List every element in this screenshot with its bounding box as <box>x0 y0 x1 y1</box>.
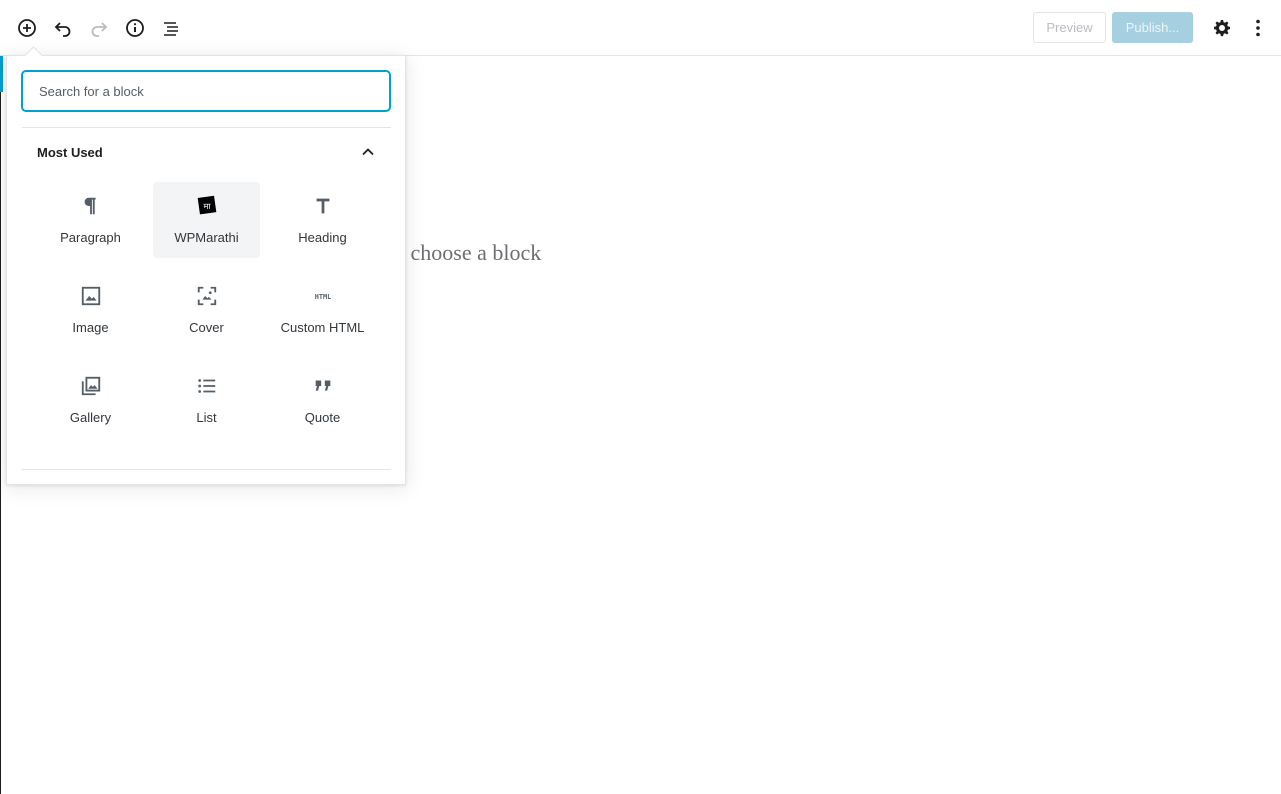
block-selection-indicator <box>0 56 3 92</box>
block-label: WPMarathi <box>174 230 239 245</box>
block-quote[interactable]: Quote <box>269 362 376 438</box>
outline-list-icon <box>164 22 178 36</box>
block-label: Cover <box>189 320 224 335</box>
block-label: Custom HTML <box>280 320 365 335</box>
publish-button[interactable]: Publish... <box>1112 12 1193 43</box>
list-icon <box>195 374 219 398</box>
panel-title: Most Used <box>37 144 103 160</box>
heading-icon <box>311 194 335 218</box>
quote-icon <box>311 374 335 398</box>
undo-icon <box>54 22 71 37</box>
block-list[interactable]: List <box>153 362 260 438</box>
block-search-input[interactable] <box>22 71 390 111</box>
editor-toolbar: Preview Publish... <box>0 0 1281 56</box>
block-wpmarathi[interactable]: मा WPMarathi <box>153 182 260 258</box>
most-used-panel-toggle[interactable]: Most Used <box>22 136 391 168</box>
divider <box>22 469 391 470</box>
gear-icon <box>1214 20 1230 37</box>
block-label: Quote <box>304 410 341 425</box>
block-types-list: Paragraph मा WPMarathi Heading Image Cov… <box>22 182 391 438</box>
redo-icon <box>91 22 108 37</box>
info-icon <box>126 19 144 37</box>
block-label: Paragraph <box>60 230 121 245</box>
wpmarathi-icon: मा <box>195 194 219 218</box>
block-paragraph[interactable]: Paragraph <box>37 182 144 258</box>
block-appender-placeholder[interactable]: o choose a block <box>394 240 541 266</box>
block-image[interactable]: Image <box>37 272 144 348</box>
chevron-up-icon <box>360 144 376 160</box>
gallery-icon <box>79 374 103 398</box>
block-cover[interactable]: Cover <box>153 272 260 348</box>
paragraph-icon <box>79 194 103 218</box>
editor-left-border <box>0 56 1 794</box>
svg-text:HTML: HTML <box>314 293 331 301</box>
block-custom-html[interactable]: HTML Custom HTML <box>269 272 376 348</box>
block-label: Image <box>72 320 109 335</box>
block-label: Gallery <box>69 410 112 425</box>
undo-button[interactable] <box>45 10 81 46</box>
content-info-button[interactable] <box>117 10 153 46</box>
cover-icon <box>195 284 219 308</box>
settings-button[interactable] <box>1204 10 1240 46</box>
block-label: Heading <box>298 230 347 245</box>
block-inserter-popover: Most Used Paragraph मा WPMarathi Heading <box>6 46 406 485</box>
image-icon <box>79 284 103 308</box>
add-block-button[interactable] <box>9 10 45 46</box>
block-heading[interactable]: Heading <box>269 182 376 258</box>
redo-button[interactable] <box>81 10 117 46</box>
block-gallery[interactable]: Gallery <box>37 362 144 438</box>
block-navigation-button[interactable] <box>153 10 189 46</box>
block-label: List <box>196 410 217 425</box>
more-vertical-icon <box>1256 19 1260 37</box>
preview-button[interactable]: Preview <box>1033 12 1106 43</box>
divider <box>22 127 391 128</box>
more-menu-button[interactable] <box>1240 10 1276 46</box>
plus-circle-icon <box>18 19 36 37</box>
wpmarathi-glyph: मा <box>203 201 211 211</box>
html-icon: HTML <box>311 284 335 308</box>
